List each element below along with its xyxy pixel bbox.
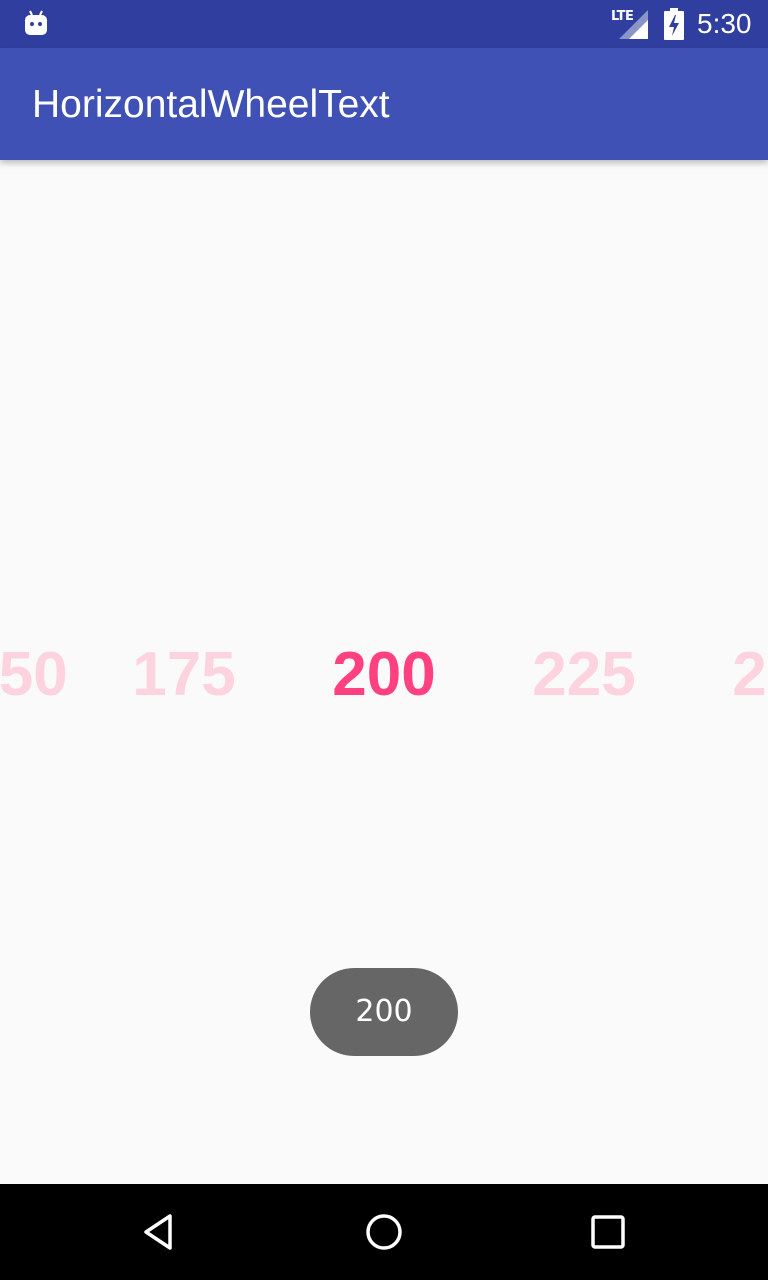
- wheel-item-selected[interactable]: 200: [284, 630, 484, 720]
- wheel-item[interactable]: 250: [684, 630, 768, 720]
- toast-message: 200: [310, 968, 458, 1056]
- wheel-item[interactable]: 175: [84, 630, 284, 720]
- main-content: 150 175 200 225 250 200: [0, 160, 768, 1184]
- battery-charging-icon: [664, 8, 684, 40]
- app-title: HorizontalWheelText: [32, 83, 390, 126]
- home-icon[interactable]: [360, 1208, 408, 1256]
- back-icon[interactable]: [136, 1208, 184, 1256]
- horizontal-wheel[interactable]: 150 175 200 225 250: [0, 630, 768, 720]
- app-bar: HorizontalWheelText: [0, 48, 768, 160]
- wheel-item[interactable]: 225: [484, 630, 684, 720]
- status-bar: LTE 5:30: [0, 0, 768, 48]
- recents-icon[interactable]: [584, 1208, 632, 1256]
- clock: 5:30: [697, 8, 752, 39]
- navigation-bar: [0, 1184, 768, 1280]
- signal-icon: [619, 10, 648, 39]
- android-icon: [25, 10, 47, 35]
